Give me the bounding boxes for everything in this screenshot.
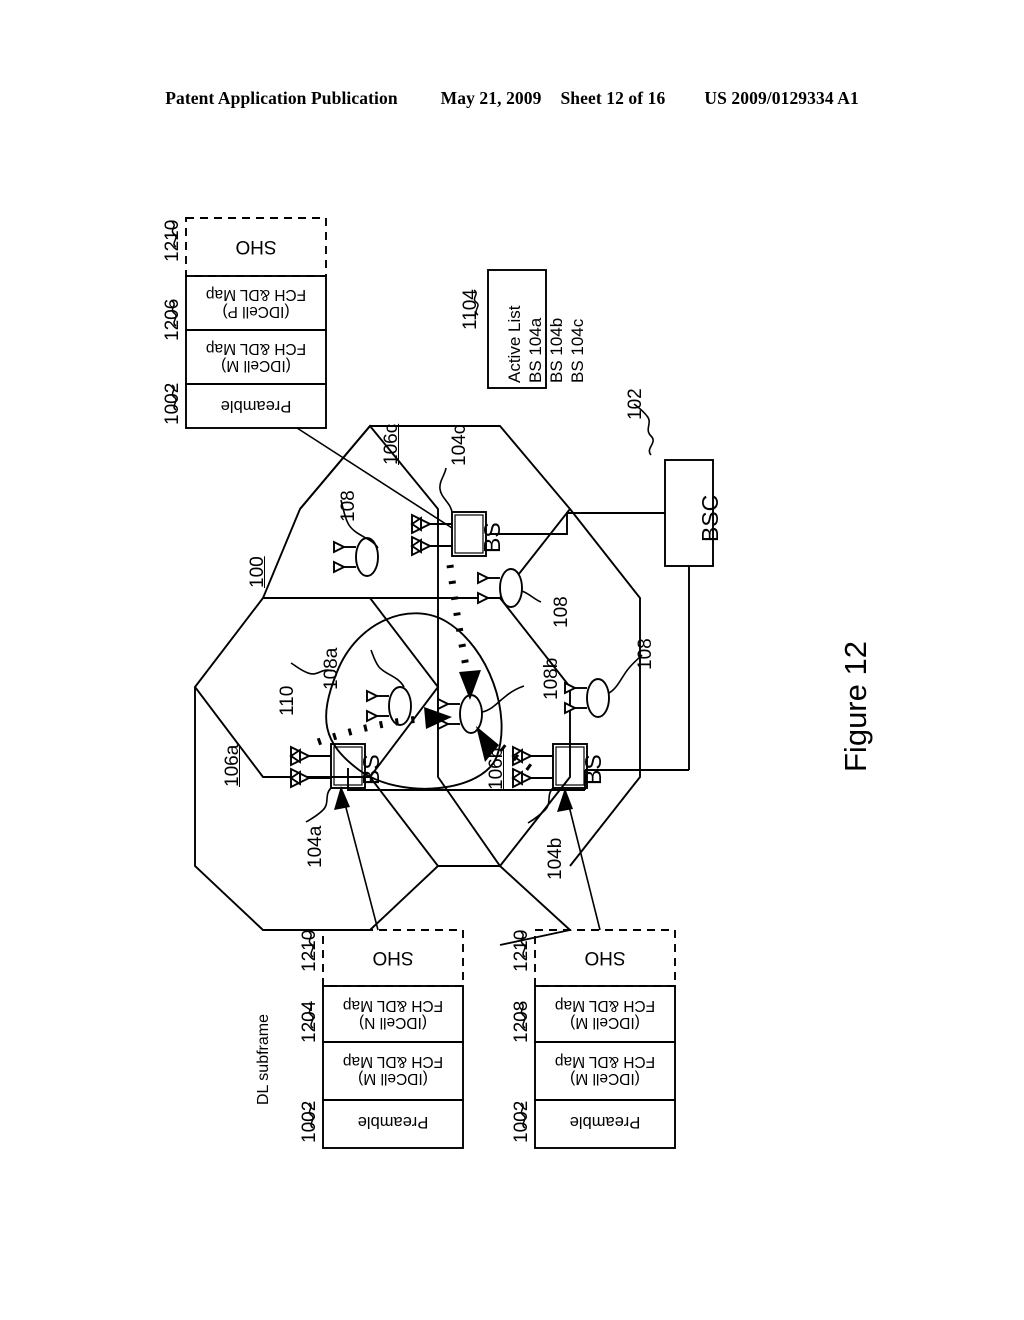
bs-104c-antennas xyxy=(410,513,452,557)
frame-bl-field-1: (IDCell N) FCH &DL Map xyxy=(323,997,463,1031)
bsc-wire-to-104c xyxy=(490,512,665,535)
frame-bl-pointer xyxy=(343,799,379,931)
mobile-station-108-right xyxy=(477,568,542,608)
handoff-arrow-from-104c xyxy=(446,564,472,679)
ref-108-far-right: 108 xyxy=(635,638,656,670)
ref-1002-bl: 1002 xyxy=(299,1100,320,1143)
cell-hexagon-106b xyxy=(437,597,571,868)
dl-subframe-label: DL subframe xyxy=(255,1014,272,1105)
mobile-station-108a xyxy=(366,649,412,726)
frame-br-preamble-label: Preamble xyxy=(569,1113,641,1131)
bsc-label: BSC xyxy=(697,494,723,542)
ref-108a: 108a xyxy=(321,647,342,690)
ref-104b: 104b xyxy=(545,837,566,880)
ref-1210-br: 1210 xyxy=(511,929,532,972)
frame-br-pointer xyxy=(567,801,601,931)
frame-br-field-0: (IDCell M) FCH &DL Map xyxy=(535,1053,675,1087)
ref-104c: 104c xyxy=(449,424,470,466)
frame-top-field-0-line1: FCH &DL Map xyxy=(205,340,307,357)
ref-1210-bl: 1210 xyxy=(299,929,320,972)
ref-1002-top: 1002 xyxy=(162,382,183,425)
ref-104a: 104a xyxy=(305,825,326,868)
frame-br-field-0-line1: FCH &DL Map xyxy=(554,1053,656,1070)
handoff-arrowhead-from-104c xyxy=(459,670,481,700)
frame-bl-field-0: (IDCell M) FCH &DL Map xyxy=(323,1053,463,1087)
frame-top-preamble-label: Preamble xyxy=(220,397,292,415)
frame-br-field-0-line2: (IDCell M) xyxy=(570,1070,640,1087)
frame-br-field-1: (IDCell M) FCH &DL Map xyxy=(535,997,675,1031)
handoff-arrow-from-104a xyxy=(316,714,433,746)
figure-12-drawing: Preamble (IDCell M) FCH &DL Map (IDCell … xyxy=(0,0,1024,1320)
frame-top-field-0: (IDCell M) FCH &DL Map xyxy=(186,340,326,374)
active-list-title: Active List xyxy=(505,305,524,383)
frame-top-field-0-line2: (IDCell M) xyxy=(221,357,291,374)
bs-label-104b: BS xyxy=(580,754,606,785)
ref-1206-top: 1206 xyxy=(162,298,183,341)
ref-1104: 1104 xyxy=(460,289,481,330)
ref-1208-br: 1208 xyxy=(511,1000,532,1043)
frame-top-field-1-line1: FCH &DL Map xyxy=(205,286,307,303)
active-list-entry-2: BS 104c xyxy=(568,318,587,383)
frame-br-field-1-line1: FCH &DL Map xyxy=(554,997,656,1014)
bs-104a-antennas xyxy=(289,745,331,789)
active-list-entry-0: BS 104a xyxy=(526,317,545,383)
mobile-station-108b xyxy=(564,654,643,718)
ref-110-overlap: 110 xyxy=(277,685,298,716)
ref-108-upper: 108 xyxy=(338,490,359,522)
frame-top-pointer xyxy=(296,427,453,529)
frame-bl-field-0-line1: FCH &DL Map xyxy=(342,1053,444,1070)
leader-104a xyxy=(305,787,332,823)
frame-bl-sho-label: SHO xyxy=(372,947,414,968)
ref-102: 102 xyxy=(625,388,646,420)
frame-bl-field-1-line2: (IDCell N) xyxy=(358,1014,428,1031)
ref-1002-br: 1002 xyxy=(511,1100,532,1143)
frame-bl-field-1-line1: FCH &DL Map xyxy=(342,997,444,1014)
ref-106b-cell: 106b xyxy=(486,747,507,790)
frame-top-field-1-line2: (IDCell P) xyxy=(222,303,290,320)
frame-top-field-1: (IDCell P) FCH &DL Map xyxy=(186,286,326,320)
frame-br-sho-label: SHO xyxy=(584,947,626,968)
figure-caption: Figure 12 xyxy=(838,641,873,772)
leader-104b xyxy=(527,787,554,824)
ref-1204-bl: 1204 xyxy=(299,1000,320,1043)
ref-108-right: 108 xyxy=(551,596,572,628)
bs-104b-antennas xyxy=(511,745,553,789)
ref-1210-top: 1210 xyxy=(162,219,183,262)
ref-108b: 108b xyxy=(541,657,562,700)
ref-100-system: 100 xyxy=(247,556,268,588)
mobile-station-center xyxy=(437,685,525,734)
frame-br-field-1-line2: (IDCell M) xyxy=(570,1014,640,1031)
bs-label-104c: BS xyxy=(479,522,505,553)
frame-bl-field-0-line2: (IDCell M) xyxy=(358,1070,428,1087)
ref-106c-cell: 106c xyxy=(381,423,402,465)
ref-106a-cell: 106a xyxy=(222,744,243,787)
bs-label-104a: BS xyxy=(358,754,384,785)
leader-104c xyxy=(439,467,453,513)
frame-top-sho-label: SHO xyxy=(235,236,277,257)
active-list-entry-1: BS 104b xyxy=(547,317,566,383)
frame-bl-preamble-label: Preamble xyxy=(357,1113,429,1131)
